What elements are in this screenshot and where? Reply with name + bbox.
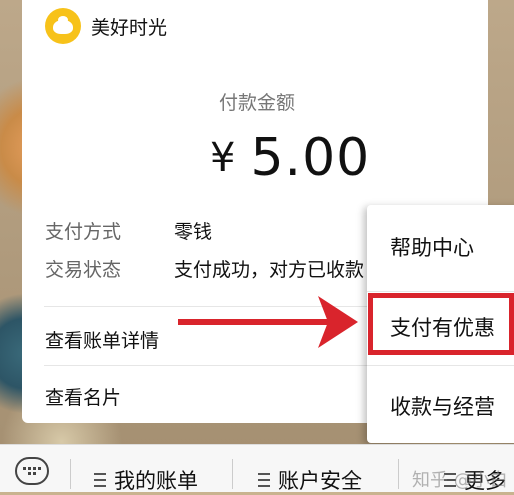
- highlight-box: [368, 293, 514, 355]
- toolbar-separator: [70, 459, 71, 489]
- menu-lines-icon: [258, 473, 270, 487]
- keyboard-icon[interactable]: [15, 457, 49, 485]
- menu-item-collection-business[interactable]: 收款与经营: [390, 391, 495, 421]
- menu-divider: [367, 291, 514, 292]
- menu-divider: [367, 365, 514, 366]
- watermark: 知乎 @小白: [412, 470, 508, 491]
- menu-item-help-center[interactable]: 帮助中心: [390, 232, 474, 262]
- menu-lines-icon: [94, 473, 106, 487]
- toolbar-separator: [232, 459, 233, 489]
- toolbar-separator: [398, 459, 399, 489]
